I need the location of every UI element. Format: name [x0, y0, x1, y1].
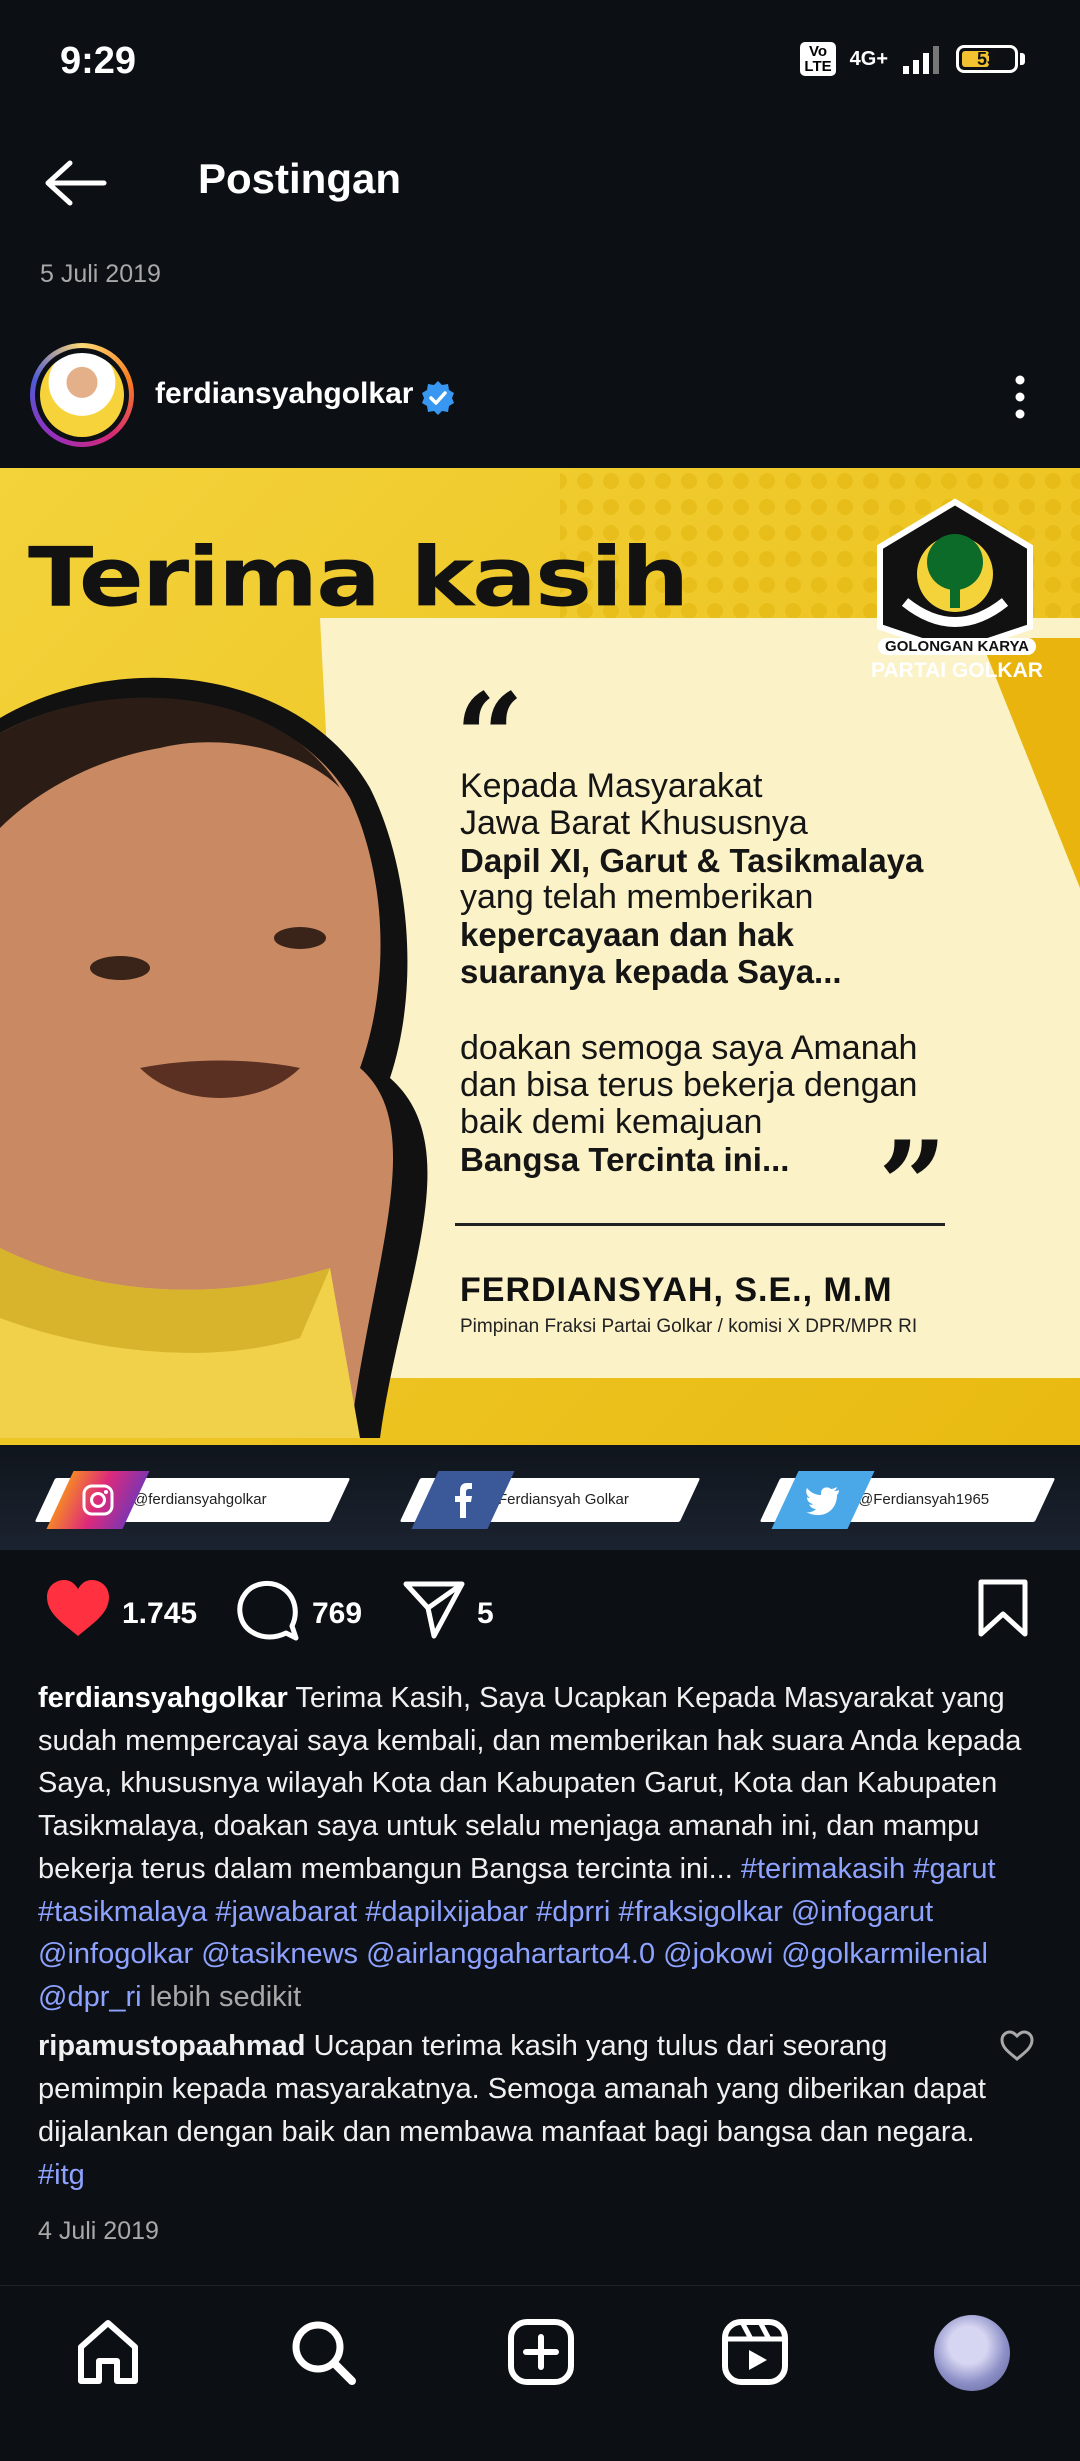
caption-tag[interactable]: @jokowi	[663, 1938, 773, 1970]
close-quote-mark: ”	[878, 1115, 948, 1256]
twitter-icon	[771, 1471, 875, 1529]
verified-badge-icon	[422, 381, 454, 415]
caption-tag[interactable]: @golkarmilenial	[781, 1938, 988, 1970]
like-count[interactable]: 1.745	[122, 1597, 197, 1631]
network-type: 4G+	[849, 47, 888, 70]
instagram-icon	[46, 1471, 150, 1529]
see-less-link[interactable]: lebih sedikit	[150, 1981, 302, 2013]
search-icon[interactable]	[288, 2317, 358, 2387]
caption-tag[interactable]: #garut	[913, 1853, 995, 1885]
post-image[interactable]: Terima kasih GOLONGAN KARYA PARTAI GOLKA…	[0, 468, 1080, 1550]
caption-tag[interactable]: @airlanggahartarto4.0	[366, 1938, 655, 1970]
caption-tag[interactable]: @infogolkar	[38, 1938, 193, 1970]
post-date: 5 Juli 2019	[40, 260, 161, 288]
comment-username[interactable]: ripamustopaahmad	[38, 2030, 306, 2062]
share-icon[interactable]	[402, 1578, 466, 1640]
caption-tag[interactable]: #terimakasih	[741, 1853, 905, 1885]
signature-divider	[455, 1223, 945, 1226]
comment-like-icon[interactable]	[1000, 2030, 1034, 2062]
avatar	[40, 353, 124, 437]
more-options-icon[interactable]	[1005, 372, 1035, 422]
caption-tag[interactable]: @dpr_ri	[38, 1981, 142, 2013]
caption-tag[interactable]: #fraksigolkar	[618, 1896, 782, 1928]
reels-icon[interactable]	[720, 2317, 790, 2387]
story-avatar[interactable]	[30, 343, 134, 447]
logo-label-partai: PARTAI GOLKAR	[871, 659, 1043, 682]
like-icon[interactable]	[44, 1578, 112, 1640]
facebook-icon	[411, 1471, 515, 1529]
battery-level: 53	[976, 49, 998, 69]
back-arrow-icon[interactable]	[40, 155, 110, 211]
caption-tag[interactable]: #dapilxijabar	[365, 1896, 528, 1928]
status-icons: Vo LTE 4G+ 53	[800, 42, 1025, 76]
caption-tag[interactable]: @tasiknews	[201, 1938, 358, 1970]
comment-count[interactable]: 769	[312, 1597, 362, 1631]
comment-icon[interactable]	[236, 1578, 300, 1642]
caption-tag[interactable]: #jawabarat	[215, 1896, 357, 1928]
comment-hashtag[interactable]: #itg	[38, 2159, 85, 2191]
post-username[interactable]: ferdiansyahgolkar	[155, 377, 413, 411]
caption-username[interactable]: ferdiansyahgolkar	[38, 1682, 288, 1714]
volte-icon: Vo LTE	[800, 42, 836, 76]
party-logo: GOLONGAN KARYA PARTAI GOLKAR	[862, 638, 1052, 683]
home-icon[interactable]	[73, 2317, 143, 2387]
page-title: Postingan	[198, 155, 402, 202]
create-post-icon[interactable]	[506, 2317, 576, 2387]
signature-role: Pimpinan Fraksi Partai Golkar / komisi X…	[460, 1316, 918, 1337]
caption-tag[interactable]: @infogarut	[791, 1896, 933, 1928]
battery-icon: 53	[956, 45, 1018, 73]
caption-tag[interactable]: #dprri	[536, 1896, 610, 1928]
share-count[interactable]: 5	[477, 1597, 494, 1631]
bookmark-icon[interactable]	[976, 1578, 1030, 1638]
profile-avatar[interactable]	[934, 2315, 1010, 2391]
caption-tag[interactable]: #tasikmalaya	[38, 1896, 207, 1928]
comment-item: ripamustopaahmad Ucapan terima kasih yan…	[38, 2025, 1008, 2197]
logo-label-golongan: GOLONGAN KARYA	[878, 638, 1036, 655]
status-time: 9:29	[60, 40, 137, 82]
banner-headline: Terima kasih	[28, 530, 689, 626]
comment-date: 4 Juli 2019	[38, 2217, 159, 2245]
signature-name: FERDIANSYAH, S.E., M.M	[460, 1271, 893, 1309]
post-caption: ferdiansyahgolkar Terima Kasih, Saya Uca…	[38, 1677, 1048, 2019]
signal-icon	[903, 46, 939, 74]
battery-tip	[1020, 53, 1025, 65]
